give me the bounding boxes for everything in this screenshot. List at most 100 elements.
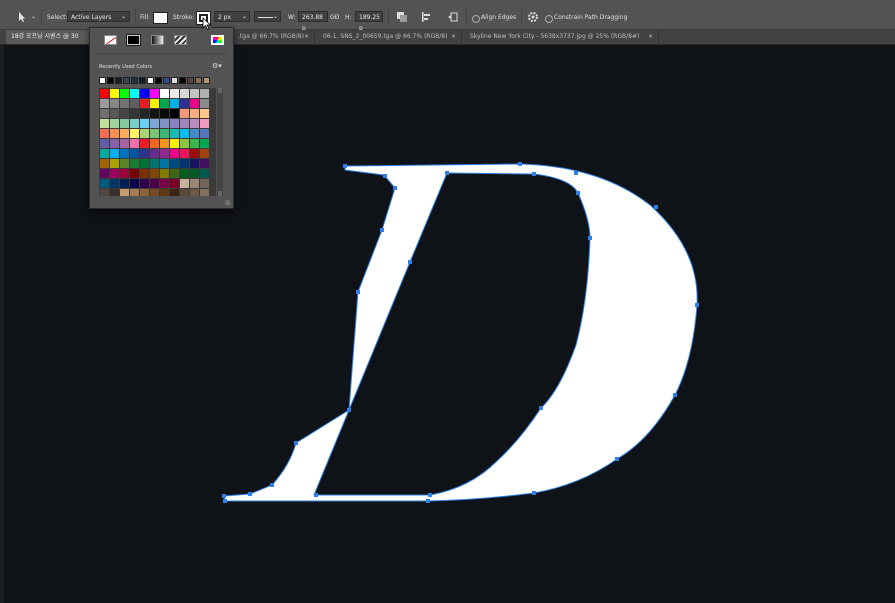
color-swatch[interactable] <box>150 129 159 138</box>
color-swatch[interactable] <box>120 159 129 168</box>
color-swatch[interactable] <box>190 139 199 148</box>
anchor-point[interactable] <box>532 172 536 176</box>
anchor-point[interactable] <box>347 408 351 412</box>
color-swatch[interactable] <box>150 119 159 128</box>
color-swatch[interactable] <box>140 119 149 128</box>
color-swatch[interactable] <box>200 89 209 98</box>
anchor-point[interactable] <box>222 494 226 498</box>
color-swatch[interactable] <box>130 139 139 148</box>
recent-color-swatch[interactable] <box>195 77 202 84</box>
color-swatch[interactable] <box>120 139 129 148</box>
color-swatch[interactable] <box>200 189 209 196</box>
recent-color-swatch[interactable] <box>155 77 162 84</box>
swatch-scrollbar[interactable] <box>217 88 223 196</box>
color-swatch[interactable] <box>160 129 169 138</box>
color-swatch[interactable] <box>110 189 119 196</box>
color-swatch[interactable] <box>180 149 189 158</box>
anchor-point[interactable] <box>445 171 449 175</box>
recent-color-swatch[interactable] <box>163 77 170 84</box>
color-swatch[interactable] <box>180 169 189 178</box>
color-swatch[interactable] <box>190 189 199 196</box>
recent-color-swatch[interactable] <box>203 77 210 84</box>
color-swatch[interactable] <box>170 149 179 158</box>
color-swatch[interactable] <box>170 189 179 196</box>
recent-color-swatch[interactable] <box>139 77 146 84</box>
color-swatch[interactable] <box>150 99 159 108</box>
color-swatch[interactable] <box>170 89 179 98</box>
color-swatch[interactable] <box>100 139 109 148</box>
color-swatch[interactable] <box>190 119 199 128</box>
color-swatch[interactable] <box>140 129 149 138</box>
color-swatch[interactable] <box>160 149 169 158</box>
color-swatch[interactable] <box>130 189 139 196</box>
color-swatch[interactable] <box>180 129 189 138</box>
color-swatch[interactable] <box>150 149 159 158</box>
anchor-point[interactable] <box>695 303 699 307</box>
color-swatch[interactable] <box>120 169 129 178</box>
color-swatch[interactable] <box>160 139 169 148</box>
color-swatch[interactable] <box>100 179 109 188</box>
color-swatch[interactable] <box>170 119 179 128</box>
color-swatch[interactable] <box>110 129 119 138</box>
anchor-point[interactable] <box>356 290 360 294</box>
color-swatch[interactable] <box>160 159 169 168</box>
color-swatch[interactable] <box>100 129 109 138</box>
anchor-point[interactable] <box>615 457 619 461</box>
color-swatch[interactable] <box>110 159 119 168</box>
gradient-button[interactable] <box>151 35 164 45</box>
color-swatch[interactable] <box>190 179 199 188</box>
color-swatch[interactable] <box>130 109 139 118</box>
color-swatch[interactable] <box>140 149 149 158</box>
anchor-point[interactable] <box>588 236 592 240</box>
color-swatch[interactable] <box>190 89 199 98</box>
color-swatch[interactable] <box>100 169 109 178</box>
color-swatch[interactable] <box>140 169 149 178</box>
color-swatch[interactable] <box>170 139 179 148</box>
color-swatch[interactable] <box>170 169 179 178</box>
color-swatch[interactable] <box>200 109 209 118</box>
color-swatch[interactable] <box>180 139 189 148</box>
color-swatch[interactable] <box>190 159 199 168</box>
color-swatch[interactable] <box>100 149 109 158</box>
color-swatch[interactable] <box>140 139 149 148</box>
anchor-point[interactable] <box>393 186 397 190</box>
recent-color-swatch[interactable] <box>187 77 194 84</box>
color-swatch[interactable] <box>170 179 179 188</box>
color-swatch[interactable] <box>180 189 189 196</box>
color-swatch[interactable] <box>100 99 109 108</box>
recent-color-swatch[interactable] <box>147 77 154 84</box>
color-swatch[interactable] <box>200 169 209 178</box>
color-swatch[interactable] <box>200 99 209 108</box>
anchor-point[interactable] <box>428 493 432 497</box>
anchor-point[interactable] <box>223 499 227 503</box>
color-swatch[interactable] <box>150 139 159 148</box>
color-swatch[interactable] <box>200 179 209 188</box>
color-swatch[interactable] <box>180 119 189 128</box>
color-swatch[interactable] <box>160 99 169 108</box>
color-swatch[interactable] <box>160 119 169 128</box>
color-swatch[interactable] <box>130 129 139 138</box>
color-swatch[interactable] <box>160 109 169 118</box>
solid-color-button[interactable] <box>126 34 141 46</box>
anchor-point[interactable] <box>383 174 387 178</box>
color-swatch[interactable] <box>160 169 169 178</box>
color-swatch[interactable] <box>130 169 139 178</box>
color-swatch[interactable] <box>100 189 109 196</box>
color-swatch[interactable] <box>110 179 119 188</box>
color-swatch[interactable] <box>140 89 149 98</box>
anchor-point[interactable] <box>539 406 543 410</box>
color-swatch[interactable] <box>120 89 129 98</box>
color-swatch[interactable] <box>180 179 189 188</box>
color-swatch[interactable] <box>150 179 159 188</box>
color-swatch[interactable] <box>190 149 199 158</box>
anchor-point[interactable] <box>343 164 347 168</box>
color-swatch[interactable] <box>110 139 119 148</box>
pattern-button[interactable] <box>174 35 187 45</box>
color-swatch[interactable] <box>120 109 129 118</box>
recent-color-swatch[interactable] <box>123 77 130 84</box>
anchor-point[interactable] <box>654 205 658 209</box>
color-swatch[interactable] <box>150 109 159 118</box>
color-swatch[interactable] <box>110 119 119 128</box>
color-swatch[interactable] <box>130 149 139 158</box>
recent-color-swatch[interactable] <box>179 77 186 84</box>
